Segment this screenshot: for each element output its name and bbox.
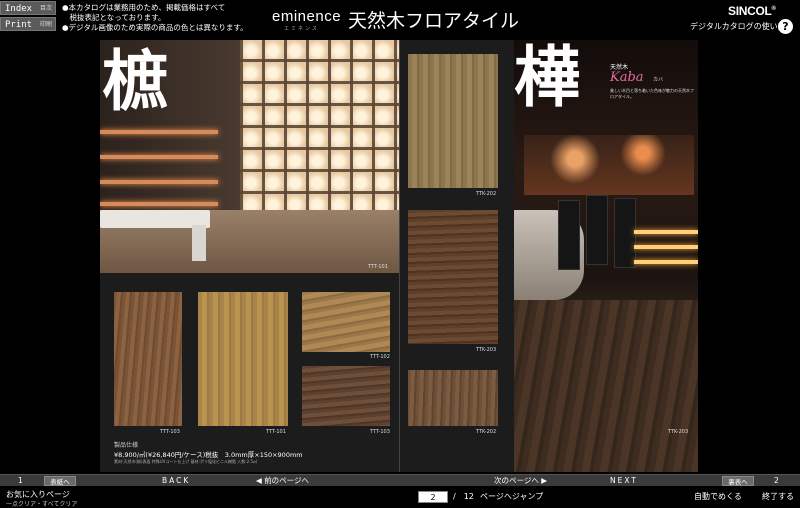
photo-shelf bbox=[100, 155, 218, 159]
photo-glass-block-wall bbox=[240, 40, 399, 220]
hero-code-right: TTK-203 bbox=[668, 429, 689, 435]
hero-code-left: TTT-101 bbox=[368, 264, 388, 270]
photo-stair-light bbox=[634, 260, 698, 264]
favorites-clear-links[interactable]: 一点クリア・すべてクリア bbox=[6, 499, 77, 508]
kaba-description: 美しい木目と落ち着いた色味が魅力の天然木フロアタイル。 bbox=[610, 88, 694, 99]
wood-swatch bbox=[198, 292, 288, 426]
photo-shelf bbox=[100, 180, 218, 184]
kaba-name: Kaba bbox=[610, 70, 644, 85]
swatch-code: TTT-101 bbox=[266, 429, 286, 435]
brand-name: eminence bbox=[272, 8, 342, 25]
logo-mark-icon: ® bbox=[771, 6, 776, 12]
top-bar: Index 目次 Print 印刷 ●本カタログは業務用のため、掲載価格はすべて… bbox=[0, 0, 800, 40]
wood-kanji-left: 樜 bbox=[102, 42, 168, 120]
swatch-code: TTK-203 bbox=[476, 347, 497, 353]
index-button[interactable]: Index 目次 bbox=[0, 1, 56, 15]
swatch-code: TTK-202 bbox=[476, 429, 497, 435]
index-label: Index bbox=[5, 4, 33, 14]
swatch-code: TTT-103 bbox=[370, 429, 390, 435]
last-page-button[interactable]: 裏表へ bbox=[722, 476, 754, 486]
wood-swatch bbox=[302, 366, 390, 426]
photo-stool bbox=[558, 200, 580, 270]
page-number-input[interactable] bbox=[418, 491, 448, 503]
photo-bench-leg bbox=[192, 225, 206, 261]
photo-shelf bbox=[100, 202, 218, 206]
swatch-code: TTT-103 bbox=[160, 429, 180, 435]
photo-floor bbox=[514, 300, 698, 472]
notice-line-3: ●デジタル画像のため実際の商品の色とは異なります。 bbox=[62, 23, 248, 32]
index-sub-label: 目次 bbox=[39, 5, 52, 12]
swatch-code: TTK-202 bbox=[476, 191, 497, 197]
print-sub-label: 印刷 bbox=[39, 21, 52, 28]
catalog-page-right[interactable]: TTK-202 TTK-203 TTK-202 樺 天然木 Kaba カバ 美し… bbox=[400, 40, 698, 472]
brand-subtitle: エミネンス bbox=[284, 26, 319, 32]
photo-shelf bbox=[100, 130, 218, 134]
wood-kanji-right: 樺 bbox=[514, 40, 580, 116]
wood-swatch bbox=[408, 370, 498, 426]
quit-button[interactable]: 終了する bbox=[762, 491, 794, 502]
interior-photo-left: 樜 TTT-101 bbox=[100, 40, 399, 273]
logo-text: SINCOL bbox=[728, 4, 772, 18]
page-total: / 12 bbox=[453, 492, 474, 501]
print-button[interactable]: Print 印刷 bbox=[0, 17, 56, 31]
wood-swatch bbox=[408, 54, 498, 188]
help-icon[interactable]: ? bbox=[778, 19, 793, 34]
kaba-subtitle: カバ bbox=[653, 77, 664, 83]
page-nav-bar: 1 表紙へ BACK ◀ 前のページへ 次のページへ ▶ NEXT 裏表へ 2 bbox=[0, 474, 800, 486]
bottom-bar bbox=[0, 486, 800, 508]
print-label: Print bbox=[5, 20, 33, 30]
photo-stool bbox=[586, 195, 608, 265]
cover-button[interactable]: 表紙へ bbox=[44, 476, 76, 486]
photo-bar-lights bbox=[524, 135, 694, 195]
photo-stair-light bbox=[634, 245, 698, 249]
wood-swatch bbox=[408, 210, 498, 344]
catalog-spread[interactable]: 樜 TTT-101 TTT-103 TTT-101 TTT-102 TTT-10… bbox=[100, 40, 698, 472]
sincol-logo: SINCOL® bbox=[728, 4, 776, 18]
howto-link[interactable]: デジタルカタログの使い方 bbox=[690, 21, 786, 32]
wood-swatch bbox=[114, 292, 182, 426]
spec-price: ¥8,900/㎡(¥26,840円/ケース)税抜 3.0mm厚×150×900m… bbox=[114, 451, 303, 459]
photo-stool bbox=[614, 198, 636, 268]
catalog-page-left[interactable]: 樜 TTT-101 TTT-103 TTT-101 TTT-102 TTT-10… bbox=[100, 40, 399, 472]
wood-swatch bbox=[302, 292, 390, 352]
bar-photo-right: 樺 天然木 Kaba カバ 美しい木目と落ち着いた色味が魅力の天然木フロアタイル… bbox=[514, 40, 698, 472]
auto-turn-button[interactable]: 自動でめくる bbox=[694, 491, 742, 502]
catalog-title: 天然木フロアタイル bbox=[348, 10, 520, 32]
page-jump-button[interactable]: ページへジャンプ bbox=[480, 491, 543, 502]
swatch-code: TTT-102 bbox=[370, 354, 390, 360]
photo-stair-light bbox=[634, 230, 698, 234]
spec-title: 製品仕様 bbox=[114, 442, 139, 449]
spec-note: 素材:天然木(樜)表面 特殊UVコート仕上げ 基材:ポリ塩化ビニル樹脂 入数:2… bbox=[114, 459, 258, 464]
